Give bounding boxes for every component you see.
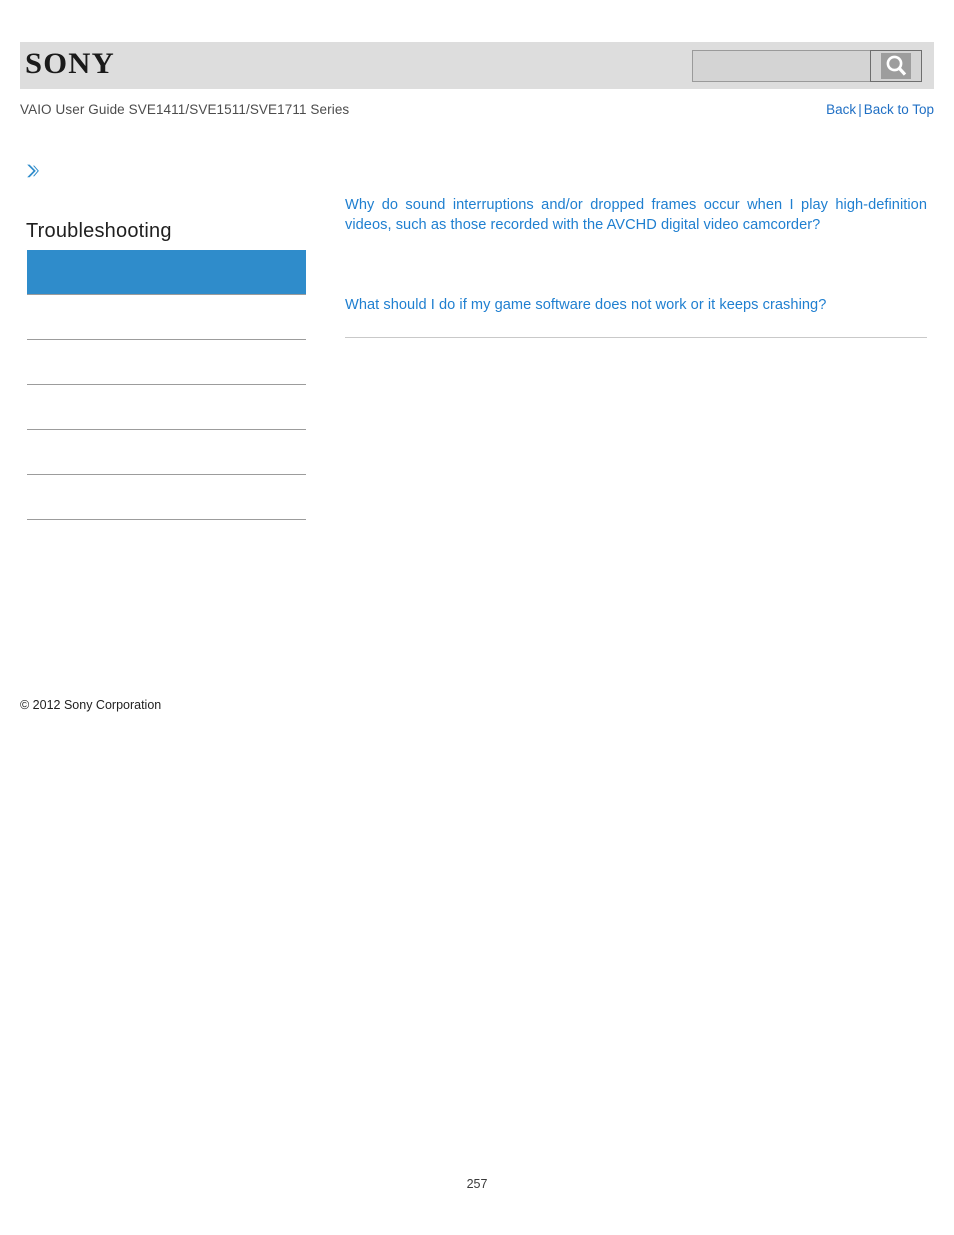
faq-entry: Why do sound interruptions and/or droppe…	[345, 196, 927, 235]
main-content: Why do sound interruptions and/or droppe…	[345, 196, 927, 339]
content-divider	[345, 337, 927, 339]
page-title: Troubleshooting	[26, 220, 172, 242]
search-input[interactable]	[692, 50, 870, 82]
search-button[interactable]	[870, 50, 922, 82]
page-number: 257	[466, 1177, 488, 1191]
sidebar-item-2[interactable]	[27, 340, 306, 385]
sony-logo: SONY	[25, 47, 115, 80]
copyright-notice: © 2012 Sony Corporation	[20, 698, 162, 712]
sidebar-menu	[27, 250, 306, 520]
back-link[interactable]: Back	[826, 102, 856, 117]
header-navigation: Back | Back to Top	[826, 102, 934, 117]
guide-title: VAIO User Guide SVE1411/SVE1511/SVE1711 …	[20, 102, 350, 117]
sidebar-item-1[interactable]	[27, 295, 306, 340]
sidebar-item-5[interactable]	[27, 475, 306, 520]
search-box	[692, 50, 922, 82]
nav-separator: |	[858, 102, 862, 117]
faq-entry: What should I do if my game software doe…	[345, 296, 927, 316]
sidebar-item-3[interactable]	[27, 385, 306, 430]
faq-link[interactable]: What should I do if my game software doe…	[345, 296, 927, 316]
sidebar-item-0[interactable]	[27, 250, 306, 295]
sidebar-item-4[interactable]	[27, 430, 306, 475]
site-header-bar: SONY	[20, 42, 934, 89]
faq-link[interactable]: Why do sound interruptions and/or droppe…	[345, 196, 927, 235]
search-icon	[881, 53, 911, 79]
back-to-top-link[interactable]: Back to Top	[864, 102, 934, 117]
double-chevron-right-icon[interactable]	[24, 162, 42, 180]
